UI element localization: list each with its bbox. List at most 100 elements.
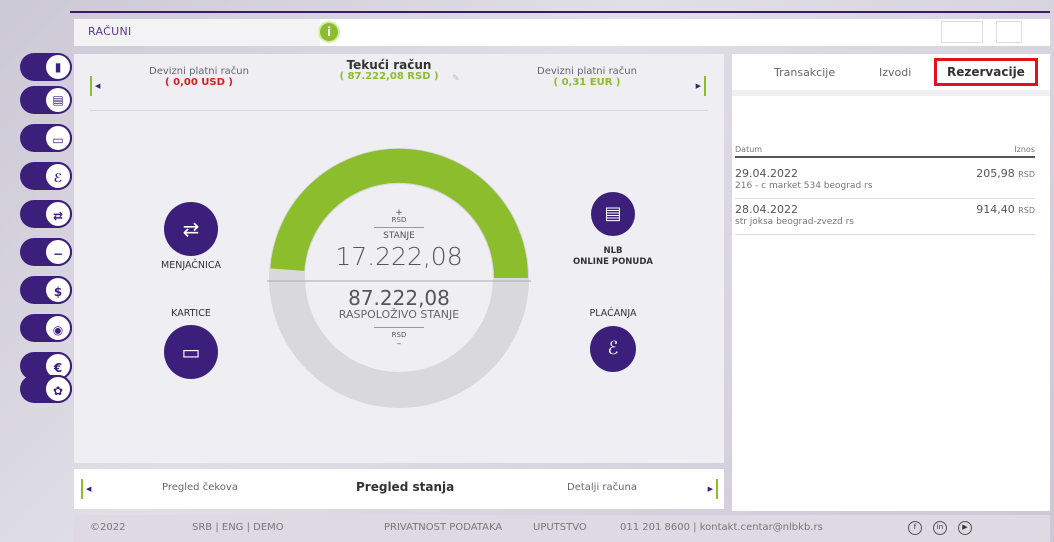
chevron-right-icon: ▶ [707, 485, 713, 493]
sidebar-item-cards[interactable]: ▭ [20, 124, 72, 152]
account-center-name: Tekući račun [346, 58, 432, 72]
account-center[interactable]: Tekući račun ( 87.222,08 RSD ) [329, 58, 449, 82]
payments-button[interactable]: ℰ [590, 326, 636, 372]
balance-value: 17.222,08 [335, 242, 463, 271]
card-icon: ▭ [181, 340, 201, 364]
column-date: Datum [735, 145, 763, 154]
column-amount: Iznos [1014, 145, 1035, 154]
offer-label-1: NLB [603, 246, 623, 256]
gauge-separator [374, 227, 424, 228]
facebook-icon[interactable]: f [908, 521, 922, 535]
tab-transactions[interactable]: Transakcije [774, 66, 835, 79]
currency-top: RSD [391, 216, 407, 224]
nav-cheques[interactable]: Pregled čekova [162, 482, 238, 493]
table-row[interactable]: 28.04.2022 str joksa beograd-zvezd rs 91… [735, 201, 1035, 235]
chevron-right-icon: ▶ [695, 82, 701, 90]
gauge-separator-2 [374, 327, 424, 328]
nav-balance[interactable]: Pregled stanja [356, 480, 454, 494]
account-center-amount: ( 87.222,08 RSD ) [339, 71, 439, 82]
bottom-prev-arrow[interactable]: ◀ [81, 479, 93, 499]
sidebar-item-settings[interactable]: ✿ [20, 375, 72, 403]
nav-account-details[interactable]: Detalji računa [567, 482, 637, 493]
top-accent-line [70, 11, 1050, 13]
balance-label: STANJE [383, 231, 415, 241]
info-icon[interactable]: i [318, 21, 340, 43]
account-left-name: Devizni platni račun [149, 66, 249, 77]
table-row[interactable]: 29.04.2022 216 - c market 534 beograd rs… [735, 165, 1035, 199]
location-icon: ◉ [44, 314, 72, 342]
row-amount: 205,98 RSD [976, 167, 1035, 180]
row-currency: RSD [1018, 206, 1035, 215]
right-panel: Transakcije Izvodi Rezervacije Datum Izn… [732, 54, 1050, 511]
accounts-main-panel: ◀ Devizni platni račun ( 0,00 USD ) Teku… [74, 54, 724, 463]
cards-label: KARTICE [171, 308, 211, 319]
chevron-left-icon: ◀ [86, 485, 92, 493]
tab-reservations[interactable]: Rezervacije [934, 58, 1038, 86]
youtube-icon[interactable]: ▶ [958, 521, 972, 535]
guide-link[interactable]: UPUTSTVO [533, 522, 587, 533]
account-right[interactable]: Devizni platni račun ( 0,31 EUR ) [522, 66, 652, 88]
row-amount: 914,40 RSD [976, 203, 1035, 216]
bottom-nav: ◀ Pregled čekova Pregled stanja Detalji … [74, 469, 724, 509]
chart-icon: ▮ [46, 55, 70, 79]
payments-label: PLAĆANJA [589, 308, 637, 319]
sidebar-item-overview[interactable]: ▮ [20, 53, 72, 81]
row-currency: RSD [1018, 170, 1035, 179]
contact-info[interactable]: 011 201 8600 | kontakt.centar@nlbkb.rs [620, 522, 823, 533]
minus-card-icon: − [44, 238, 72, 266]
sidebar-item-documents[interactable]: ▤ [20, 86, 72, 114]
row-amount-value: 914,40 [976, 203, 1015, 216]
top-bar: RAČUNI i [74, 19, 1050, 46]
documents-icon: ▤ [46, 88, 70, 112]
row-amount-value: 205,98 [976, 167, 1015, 180]
offer-label-2: ONLINE PONUDA [573, 257, 653, 267]
row-date: 28.04.2022 [735, 203, 798, 216]
cards-button[interactable]: ▭ [164, 325, 218, 379]
row-description: str joksa beograd-zvezd rs [735, 217, 854, 227]
documents-icon: ▤ [604, 203, 622, 224]
topbar-button-2[interactable] [996, 21, 1022, 43]
topbar-button-1[interactable] [941, 21, 983, 43]
sidebar-item-savings[interactable]: $ [20, 276, 72, 304]
sidebar-item-payments[interactable]: ℰ [20, 162, 72, 190]
next-account-arrow[interactable]: ▶ [694, 76, 706, 96]
edit-pencil-icon[interactable]: ✎ [452, 74, 460, 84]
tab-statements[interactable]: Izvodi [879, 66, 911, 79]
currency-bottom: RSD [391, 331, 407, 339]
divider [90, 110, 708, 111]
account-right-name: Devizni platni račun [537, 66, 637, 77]
exchange-arrows-icon: ⇄ [182, 217, 200, 241]
balance-gauge [267, 148, 531, 408]
account-left[interactable]: Devizni platni račun ( 0,00 USD ) [134, 66, 264, 88]
footer: ©2022 SRB | ENG | DEMO PRIVATNOST PODATA… [74, 515, 1050, 542]
gauge-top-text: + RSD STANJE 17.222,08 [299, 208, 499, 271]
language-links[interactable]: SRB | ENG | DEMO [192, 522, 284, 533]
right-panel-tabs: Transakcije Izvodi Rezervacije [732, 54, 1050, 96]
online-offer-button[interactable]: ▤ [591, 192, 635, 236]
account-left-amount: ( 0,00 USD ) [165, 77, 233, 88]
copyright: ©2022 [90, 522, 126, 533]
exchange-button[interactable]: ⇄ [164, 202, 218, 256]
page-title: RAČUNI [88, 25, 132, 38]
available-value: 87.222,08 [348, 286, 450, 310]
exchange-label: MENJAČNICA [161, 260, 221, 271]
chevron-left-icon: ◀ [95, 82, 101, 90]
linkedin-icon[interactable]: in [933, 521, 947, 535]
row-date: 29.04.2022 [735, 167, 798, 180]
pen-signature-icon: ℰ [44, 162, 72, 190]
account-right-amount: ( 0,31 EUR ) [553, 77, 621, 88]
minus-sign[interactable]: – [299, 339, 499, 349]
pen-signature-icon: ℰ [607, 338, 619, 359]
exchange-documents-icon: ⇄ [44, 200, 72, 228]
prev-account-arrow[interactable]: ◀ [90, 76, 102, 96]
sidebar-item-loans[interactable]: − [20, 238, 72, 266]
table-header: Datum Iznos [735, 145, 1035, 158]
dollar-icon: $ [44, 276, 72, 304]
privacy-link[interactable]: PRIVATNOST PODATAKA [384, 522, 502, 533]
settings-gear-icon: ✿ [44, 375, 72, 403]
bottom-next-arrow[interactable]: ▶ [706, 479, 718, 499]
sidebar-item-locations[interactable]: ◉ [20, 314, 72, 342]
card-icon: ▭ [44, 124, 72, 152]
gauge-bottom-text: 87.222,08 RASPOLOŽIVO STANJE RSD – [299, 286, 499, 349]
sidebar-item-exchange[interactable]: ⇄ [20, 200, 72, 228]
